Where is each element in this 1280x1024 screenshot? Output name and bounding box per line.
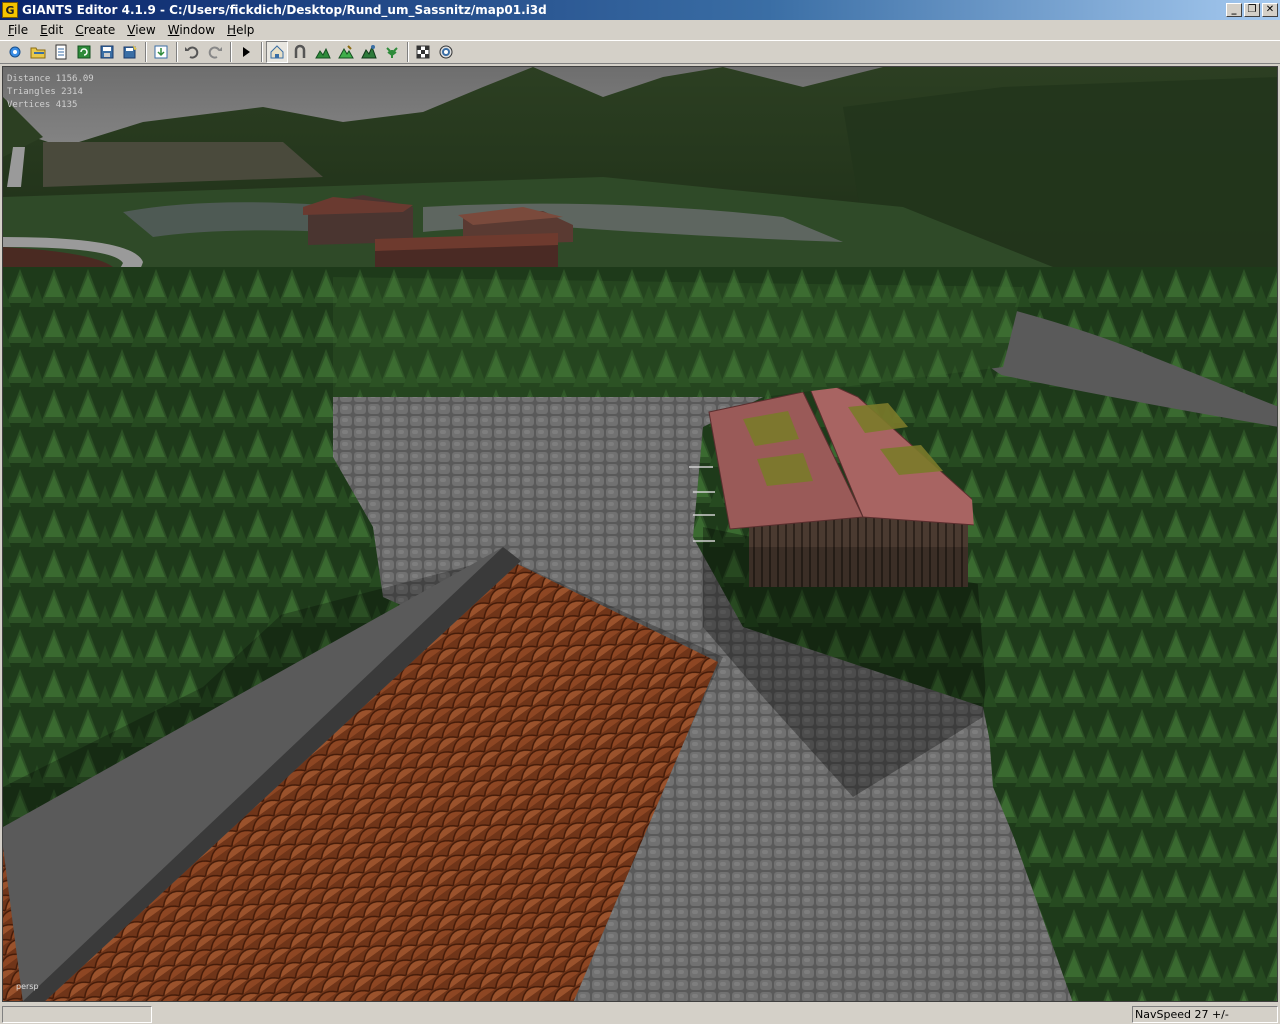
open-icon[interactable]	[27, 41, 49, 63]
save-as-icon[interactable]	[119, 41, 141, 63]
foliage-paint-icon[interactable]	[358, 41, 380, 63]
redo-icon[interactable]	[204, 41, 226, 63]
render-icon[interactable]	[412, 41, 434, 63]
save-icon[interactable]	[96, 41, 118, 63]
terrain-sculpt-icon[interactable]	[312, 41, 334, 63]
scene-render[interactable]	[3, 67, 1278, 1002]
menu-edit[interactable]: Edit	[34, 22, 69, 38]
menu-create[interactable]: Create	[69, 22, 121, 38]
3d-viewport[interactable]: Distance 1156.09 Triangles 2314 Vertices…	[2, 66, 1278, 1002]
reload-icon[interactable]	[73, 41, 95, 63]
settings-icon[interactable]	[435, 41, 457, 63]
stat-distance: Distance 1156.09	[7, 74, 94, 84]
render-stats: Distance 1156.09 Triangles 2314 Vertices…	[7, 73, 94, 112]
undo-icon[interactable]	[181, 41, 203, 63]
menu-view[interactable]: View	[121, 22, 161, 38]
giants-app-icon: G	[2, 2, 18, 18]
toolbar-separator	[230, 42, 232, 62]
toolbar-separator	[407, 42, 409, 62]
restore-button[interactable]: ❐	[1244, 3, 1260, 17]
camera-label: persp	[16, 982, 39, 991]
main-toolbar	[0, 40, 1280, 64]
terrain-paint-icon[interactable]	[335, 41, 357, 63]
navspeed-status: NavSpeed 27 +/-	[1132, 1005, 1278, 1023]
menu-bar: File Edit Create View Window Help	[0, 20, 1280, 39]
status-panel-left	[2, 1005, 152, 1023]
stat-vertices: Vertices 4135	[7, 100, 78, 110]
title-bar: G GIANTS Editor 4.1.9 - C:/Users/fickdic…	[0, 0, 1280, 20]
toolbar-separator	[176, 42, 178, 62]
close-button[interactable]: ✕	[1262, 3, 1278, 17]
select-mode-icon[interactable]	[266, 41, 288, 63]
toolbar-separator	[261, 42, 263, 62]
stat-triangles: Triangles 2314	[7, 87, 83, 97]
move-mode-icon[interactable]	[289, 41, 311, 63]
menu-file[interactable]: File	[2, 22, 34, 38]
menu-help[interactable]: Help	[221, 22, 260, 38]
play-icon[interactable]	[235, 41, 257, 63]
window-title: GIANTS Editor 4.1.9 - C:/Users/fickdich/…	[22, 3, 547, 17]
minimize-button[interactable]: _	[1226, 3, 1242, 17]
import-icon[interactable]	[150, 41, 172, 63]
list-icon[interactable]	[50, 41, 72, 63]
toolbar-separator	[145, 42, 147, 62]
plant-paint-icon[interactable]	[381, 41, 403, 63]
status-bar: NavSpeed 27 +/-	[0, 1004, 1280, 1024]
menu-window[interactable]: Window	[162, 22, 221, 38]
new-icon[interactable]	[4, 41, 26, 63]
